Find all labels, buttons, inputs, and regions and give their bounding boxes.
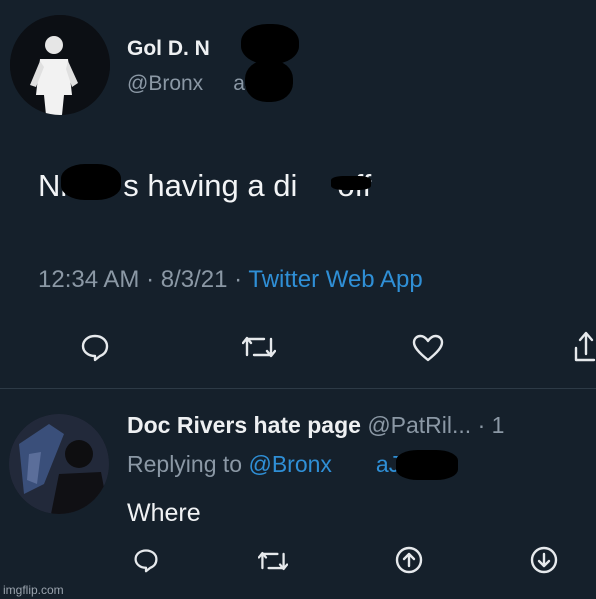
tweet-date[interactable]: 8/3/21 bbox=[161, 266, 228, 293]
redaction-mark bbox=[241, 24, 299, 64]
reply-author-handle[interactable]: @PatRil... bbox=[367, 412, 471, 438]
reply-header: Doc Rivers hate page @PatRil... · 1 bbox=[127, 412, 504, 439]
tweet-text-middle: s having a di bbox=[123, 168, 298, 203]
replying-to-label: Replying to bbox=[127, 451, 243, 477]
author-avatar[interactable] bbox=[10, 15, 110, 115]
tweet-time[interactable]: 12:34 AM bbox=[38, 266, 139, 293]
retweet-icon[interactable] bbox=[258, 548, 288, 574]
tweet-source[interactable]: Twitter Web App bbox=[248, 266, 422, 293]
reply-author-avatar[interactable] bbox=[9, 414, 109, 514]
retweet-icon[interactable] bbox=[242, 333, 276, 361]
comment-icon[interactable] bbox=[133, 547, 159, 573]
redaction-mark bbox=[396, 450, 458, 480]
redaction-mark bbox=[331, 176, 371, 190]
tweet-meta: 12:34 AM · 8/3/21 · Twitter Web App bbox=[38, 266, 423, 294]
arrow-down-circle-icon[interactable] bbox=[530, 546, 558, 574]
reply-text: Where bbox=[127, 499, 201, 527]
watermark: imgflip.com bbox=[3, 583, 64, 597]
share-icon[interactable] bbox=[572, 330, 596, 364]
redaction-mark bbox=[245, 60, 293, 102]
comment-icon[interactable] bbox=[80, 332, 110, 362]
author-name-visible: Gol D. N bbox=[127, 37, 210, 60]
meta-separator: · bbox=[146, 266, 155, 293]
divider bbox=[0, 388, 596, 389]
arrow-up-circle-icon[interactable] bbox=[395, 546, 423, 574]
reply-author-name[interactable]: Doc Rivers hate page bbox=[127, 412, 361, 438]
author-handle-start: @Bronx bbox=[127, 72, 204, 95]
heart-icon[interactable] bbox=[412, 334, 444, 362]
reply-timestamp: · 1 bbox=[477, 412, 505, 438]
replying-to-line: Replying to @BronxaJG bbox=[127, 451, 418, 478]
redaction-mark bbox=[61, 164, 121, 200]
replying-to-handle-start: @Bronx bbox=[248, 451, 332, 477]
meta-separator: · bbox=[234, 266, 243, 293]
replying-to-handle[interactable]: @BronxaJG bbox=[248, 451, 418, 477]
